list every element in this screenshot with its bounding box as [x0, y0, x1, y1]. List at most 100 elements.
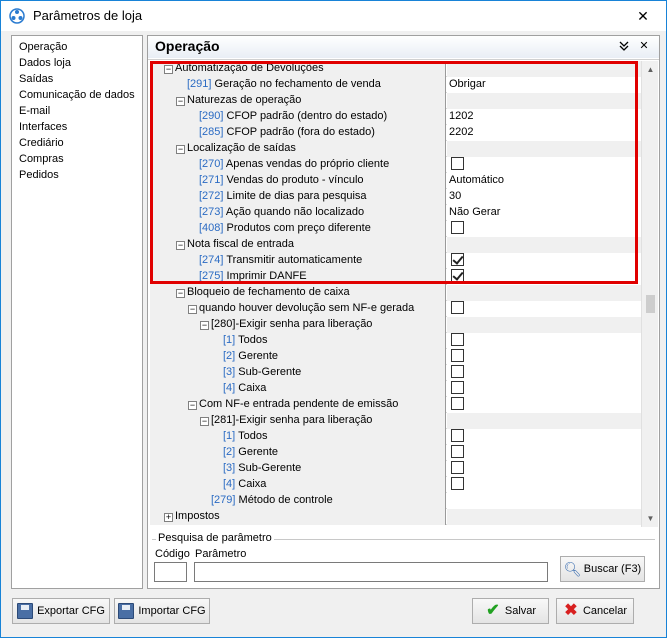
table-row[interactable]: [279] Método de controle [150, 493, 641, 509]
param-value[interactable] [447, 349, 641, 365]
param-value[interactable]: Obrigar [447, 77, 641, 93]
checkbox-checked[interactable] [451, 253, 464, 266]
cancelar-button[interactable]: ✖ Cancelar [556, 598, 634, 624]
collapse-node-icon[interactable]: − [164, 65, 173, 74]
table-row[interactable]: − Automatização de Devoluções [150, 61, 641, 77]
table-row[interactable]: [3] Sub-Gerente [150, 365, 641, 381]
checkbox-unchecked[interactable] [451, 397, 464, 410]
param-value[interactable] [447, 413, 641, 429]
param-value[interactable]: 1202 [447, 109, 641, 125]
expand-icon[interactable]: + [164, 513, 173, 522]
table-row[interactable]: − [281]-Exigir senha para liberação [150, 413, 641, 429]
checkbox-unchecked[interactable] [451, 349, 464, 362]
param-value[interactable] [447, 285, 641, 301]
table-row[interactable]: [290] CFOP padrão (dentro do estado) 1202 [150, 109, 641, 125]
export-cfg-button[interactable]: Exportar CFG [12, 598, 110, 624]
param-value[interactable] [447, 381, 641, 397]
sidebar-item-1[interactable]: Dados loja [12, 55, 142, 71]
checkbox-unchecked[interactable] [451, 477, 464, 490]
table-row[interactable]: [4] Caixa [150, 477, 641, 493]
param-value[interactable] [447, 221, 641, 237]
param-value[interactable] [447, 429, 641, 445]
sidebar-item-6[interactable]: Crediário [12, 135, 142, 151]
param-value[interactable]: 2202 [447, 125, 641, 141]
scroll-up-icon[interactable]: ▲ [642, 61, 659, 78]
collapse-icon[interactable] [617, 39, 631, 53]
checkbox-checked[interactable] [451, 269, 464, 282]
checkbox-unchecked[interactable] [451, 301, 464, 314]
table-row[interactable]: [272] Limite de dias para pesquisa 30 [150, 189, 641, 205]
param-value[interactable]: Automático [447, 173, 641, 189]
vertical-scrollbar[interactable]: ▲ ▼ [641, 61, 658, 527]
sidebar-item-0[interactable]: Operação [12, 39, 142, 55]
collapse-node-icon[interactable]: − [176, 289, 185, 298]
table-row[interactable]: + Impostos [150, 509, 641, 525]
table-row[interactable]: − Localização de saídas [150, 141, 641, 157]
collapse-node-icon[interactable]: − [176, 145, 185, 154]
sidebar-item-5[interactable]: Interfaces [12, 119, 142, 135]
param-value[interactable] [447, 301, 641, 317]
table-row[interactable]: [273] Ação quando não localizado Não Gera… [150, 205, 641, 221]
checkbox-unchecked[interactable] [451, 381, 464, 394]
checkbox-unchecked[interactable] [451, 333, 464, 346]
close-window-button[interactable]: ✕ [620, 1, 666, 31]
param-value[interactable] [447, 509, 641, 525]
collapse-node-icon[interactable]: − [176, 241, 185, 250]
codigo-input[interactable] [154, 562, 187, 582]
table-row[interactable]: − [280]-Exigir senha para liberação [150, 317, 641, 333]
table-row[interactable]: [275] Imprimir DANFE [150, 269, 641, 285]
table-row[interactable]: − quando houver devolução sem NF-e gerada [150, 301, 641, 317]
sidebar-item-3[interactable]: Comunicação de dados [12, 87, 142, 103]
buscar-button[interactable]: 🔍︎ Buscar (F3) [560, 556, 645, 582]
table-row[interactable]: [270] Apenas vendas do próprio cliente [150, 157, 641, 173]
sidebar-item-7[interactable]: Compras [12, 151, 142, 167]
table-row[interactable]: [274] Transmitir automaticamente [150, 253, 641, 269]
param-value[interactable] [447, 157, 641, 173]
param-value[interactable] [447, 317, 641, 333]
table-row[interactable]: [271] Vendas do produto - vínculo Automát… [150, 173, 641, 189]
param-value[interactable] [447, 269, 641, 285]
table-row[interactable]: − Bloqueio de fechamento de caixa [150, 285, 641, 301]
table-row[interactable]: [291] Geração no fechamento de venda Obri… [150, 77, 641, 93]
checkbox-unchecked[interactable] [451, 445, 464, 458]
param-value[interactable] [447, 141, 641, 157]
table-row[interactable]: − Naturezas de operação [150, 93, 641, 109]
checkbox-unchecked[interactable] [451, 157, 464, 170]
param-value[interactable] [447, 333, 641, 349]
collapse-node-icon[interactable]: − [200, 417, 209, 426]
param-value[interactable] [447, 253, 641, 269]
table-row[interactable]: [1] Todos [150, 429, 641, 445]
collapse-node-icon[interactable]: − [188, 305, 197, 314]
sidebar-item-8[interactable]: Pedidos [12, 167, 142, 183]
param-value[interactable] [447, 237, 641, 253]
sidebar-item-4[interactable]: E-mail [12, 103, 142, 119]
table-row[interactable]: [285] CFOP padrão (fora do estado) 2202 [150, 125, 641, 141]
param-value[interactable] [447, 61, 641, 77]
table-row[interactable]: [2] Gerente [150, 445, 641, 461]
table-row[interactable]: [4] Caixa [150, 381, 641, 397]
param-value[interactable] [447, 461, 641, 477]
collapse-node-icon[interactable]: − [188, 401, 197, 410]
scroll-thumb[interactable] [646, 295, 655, 313]
param-value[interactable] [447, 93, 641, 109]
panel-close-icon[interactable]: ✕ [637, 39, 651, 53]
collapse-node-icon[interactable]: − [176, 97, 185, 106]
salvar-button[interactable]: ✔ Salvar [472, 598, 549, 624]
checkbox-unchecked[interactable] [451, 461, 464, 474]
table-row[interactable]: − Com NF-e entrada pendente de emissão [150, 397, 641, 413]
sidebar-item-2[interactable]: Saídas [12, 71, 142, 87]
parametro-input[interactable] [194, 562, 548, 582]
param-value[interactable]: Não Gerar [447, 205, 641, 221]
scroll-down-icon[interactable]: ▼ [642, 510, 659, 527]
param-value[interactable]: 30 [447, 189, 641, 205]
checkbox-unchecked[interactable] [451, 221, 464, 234]
table-row[interactable]: [1] Todos [150, 333, 641, 349]
param-value[interactable] [447, 397, 641, 413]
table-row[interactable]: [2] Gerente [150, 349, 641, 365]
checkbox-unchecked[interactable] [451, 365, 464, 378]
param-value[interactable] [447, 493, 641, 509]
collapse-node-icon[interactable]: − [200, 321, 209, 330]
table-row[interactable]: [3] Sub-Gerente [150, 461, 641, 477]
checkbox-unchecked[interactable] [451, 429, 464, 442]
param-value[interactable] [447, 365, 641, 381]
